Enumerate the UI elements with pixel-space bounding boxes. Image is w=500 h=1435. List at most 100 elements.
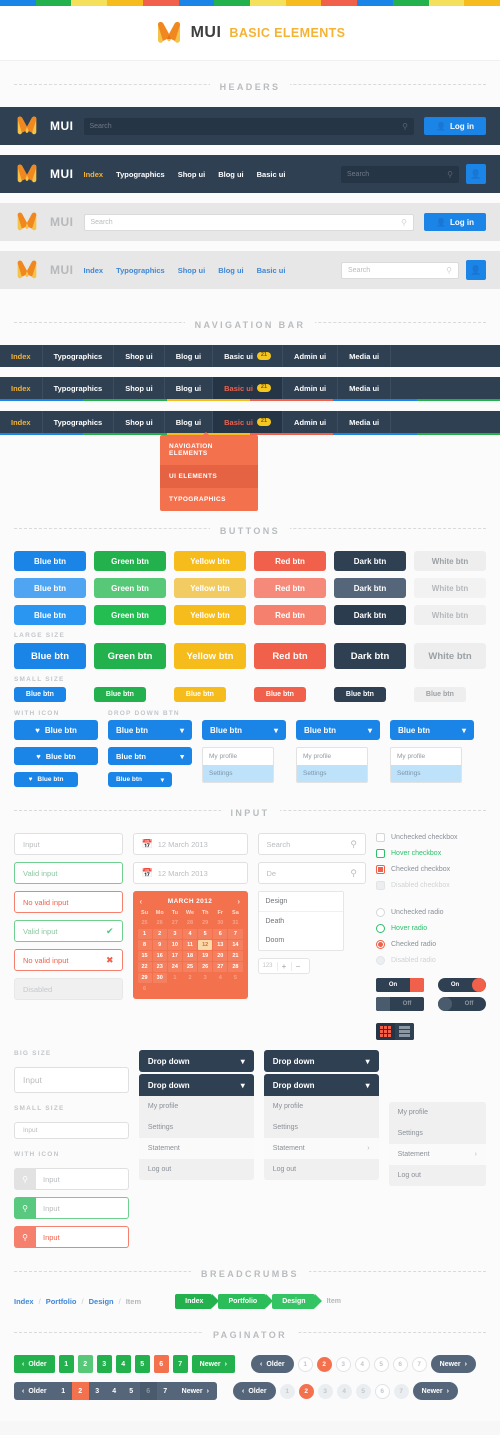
navbar-item-shop-ui[interactable]: Shop ui — [114, 345, 165, 367]
text-input[interactable]: No valid input — [14, 891, 123, 913]
date-input[interactable]: 📅 12 March 2013 — [132, 862, 248, 884]
text-input-valid[interactable]: Valid input ✔ — [14, 920, 123, 942]
checkbox-normal[interactable]: Unchecked checkbox — [376, 833, 486, 842]
list-view-icon[interactable] — [395, 1023, 414, 1040]
header-nav-item-typographics[interactable]: Typographics — [116, 170, 165, 179]
navbar-item-basic-ui[interactable]: Basic ui 21 — [213, 345, 284, 367]
search-input[interactable]: Search ⚲ — [83, 213, 415, 231]
input-with-icon[interactable]: ⚲ Input — [14, 1197, 129, 1219]
navbar-item-basic-ui[interactable]: Basic ui 21 — [213, 377, 284, 399]
text-input-small[interactable]: Input — [14, 1122, 129, 1139]
button-white[interactable]: White btn — [414, 551, 486, 571]
radio-checked[interactable]: Checked radio — [376, 940, 486, 949]
autocomplete-item[interactable]: Doom — [259, 931, 343, 950]
paginator-newer[interactable]: Newer › — [174, 1382, 217, 1400]
navbar-item-shop-ui[interactable]: Shop ui — [114, 411, 165, 433]
dropdown-button[interactable]: Blue btn ▾ — [108, 720, 192, 740]
radio-normal[interactable]: Unchecked radio — [376, 908, 486, 917]
button-red[interactable]: Red btn — [254, 578, 326, 598]
button-small-red[interactable]: Blue btn — [254, 687, 306, 702]
breadcrumb-arrow-item[interactable]: Index — [175, 1294, 220, 1309]
paginator-page-1[interactable]: 1 — [55, 1382, 72, 1400]
breadcrumb-link[interactable]: Design — [89, 1297, 114, 1306]
dropdown-closed[interactable]: Drop down ▾ — [138, 1050, 254, 1072]
calendar-day-outside[interactable]: 5 — [228, 973, 242, 983]
autocomplete-item[interactable]: Design — [258, 892, 343, 912]
paginator-page-6[interactable]: 6 — [153, 1355, 169, 1373]
button-with-heart-icon[interactable]: ♥ Blue btn — [14, 772, 78, 787]
paginator-page-1[interactable]: 1 — [58, 1355, 74, 1373]
button-small-yellow[interactable]: Blue btn — [174, 687, 226, 702]
login-button[interactable]: 👤 Log in — [424, 117, 486, 135]
button-small-dark[interactable]: Blue btn — [334, 687, 386, 702]
paginator-page-6[interactable]: 6 — [374, 1383, 390, 1399]
paginator-page-6[interactable]: 6 — [139, 1382, 157, 1400]
navbar-item-index[interactable]: Index — [0, 411, 43, 433]
toggle-off[interactable]: Off — [376, 997, 424, 1011]
calendar-day[interactable]: 1 — [137, 929, 152, 939]
menu-item-settings[interactable]: Settings — [139, 1117, 254, 1138]
calendar-day[interactable]: 6 — [213, 929, 228, 939]
calendar-day[interactable]: 28 — [228, 962, 243, 972]
dropdown-open[interactable]: Drop down ▾ — [263, 1074, 379, 1096]
calendar-day[interactable]: 7 — [228, 929, 243, 939]
calendar-day[interactable]: 19 — [198, 951, 213, 961]
search-input[interactable]: Search ⚲ — [341, 261, 459, 279]
paginator-page-4[interactable]: 4 — [354, 1356, 370, 1372]
paginator-page-5[interactable]: 5 — [123, 1382, 140, 1400]
stepper-decrement[interactable]: − — [290, 961, 305, 971]
calendar-day[interactable]: 4 — [182, 929, 198, 939]
calendar-day-outside[interactable]: 6 — [138, 984, 152, 994]
paginator-newer[interactable]: Newer › — [430, 1355, 476, 1373]
chevron-left-icon[interactable]: ‹ — [140, 897, 143, 906]
dropdown-button[interactable]: Blue btn ▾ — [108, 772, 172, 787]
calendar-day-outside[interactable]: 31 — [228, 918, 242, 928]
toggle-off[interactable]: Off — [438, 997, 486, 1011]
calendar-day-outside[interactable]: 28 — [183, 918, 197, 928]
input-with-icon[interactable]: ⚲ Input — [14, 1168, 129, 1190]
navbar-item-blog-ui[interactable]: Blog ui — [165, 345, 214, 367]
paginator-page-6[interactable]: 6 — [392, 1356, 408, 1372]
calendar-day[interactable]: 8 — [137, 940, 152, 950]
input-field[interactable]: Input — [36, 1226, 129, 1248]
header-nav-item-typographics[interactable]: Typographics — [116, 266, 165, 275]
dropdown-button[interactable]: Blue btn ▾ — [390, 720, 474, 740]
button-small-blue[interactable]: Blue btn — [14, 687, 66, 702]
input-field[interactable]: Input — [36, 1168, 129, 1190]
button-green[interactable]: Green btn — [94, 605, 166, 625]
paginator-page-7[interactable]: 7 — [157, 1382, 174, 1400]
menu-item-statement[interactable]: Statement › — [388, 1144, 486, 1165]
paginator-page-3[interactable]: 3 — [317, 1383, 333, 1399]
dropdown-item[interactable]: My profile — [391, 748, 461, 765]
navbar-item-basic-ui[interactable]: Basic ui 21 — [213, 411, 284, 433]
checkbox-hover[interactable]: Hover checkbox — [376, 849, 486, 858]
menu-item-log-out[interactable]: Log out — [264, 1159, 379, 1180]
calendar-day[interactable]: 2 — [152, 929, 167, 939]
menu-item-statement[interactable]: Statement — [138, 1138, 254, 1159]
text-input-big[interactable]: Input — [14, 1067, 129, 1093]
button-large-dark[interactable]: Dark btn — [334, 643, 406, 669]
header-nav-item-basic-ui[interactable]: Basic ui — [257, 266, 286, 275]
button-large-white[interactable]: White btn — [414, 643, 486, 669]
navbar-item-typographics[interactable]: Typographics — [43, 411, 115, 433]
button-with-heart-icon[interactable]: ♥ Blue btn — [14, 747, 98, 765]
search-input[interactable]: Search ⚲ — [341, 165, 459, 183]
dropdown-button[interactable]: Blue btn ▾ — [296, 720, 380, 740]
paginator-older[interactable]: ‹ Older — [14, 1355, 55, 1373]
radio-disabled[interactable]: Disabled radio — [376, 956, 486, 965]
paginator-older[interactable]: ‹ Older — [251, 1355, 294, 1373]
calendar-day[interactable]: 24 — [167, 962, 182, 972]
text-input[interactable]: Valid input — [14, 862, 123, 884]
dropdown-item[interactable]: Settings — [391, 765, 461, 782]
radio-hover[interactable]: Hover radio — [376, 924, 486, 933]
paginator-page-4[interactable]: 4 — [115, 1355, 131, 1373]
navbar-item-shop-ui[interactable]: Shop ui — [114, 377, 165, 399]
stepper-increment[interactable]: + — [276, 961, 291, 971]
toggle-on[interactable]: On — [438, 978, 486, 992]
menu-item-settings[interactable]: Settings — [264, 1117, 379, 1138]
user-button[interactable]: 👤 — [466, 260, 486, 280]
navbar-item-index[interactable]: Index — [0, 377, 43, 399]
paginator-page-2[interactable]: 2 — [316, 1356, 332, 1372]
navbar-dropdown-item[interactable]: UI ELEMENTS — [160, 465, 258, 488]
dropdown-item[interactable]: Settings — [297, 765, 367, 782]
